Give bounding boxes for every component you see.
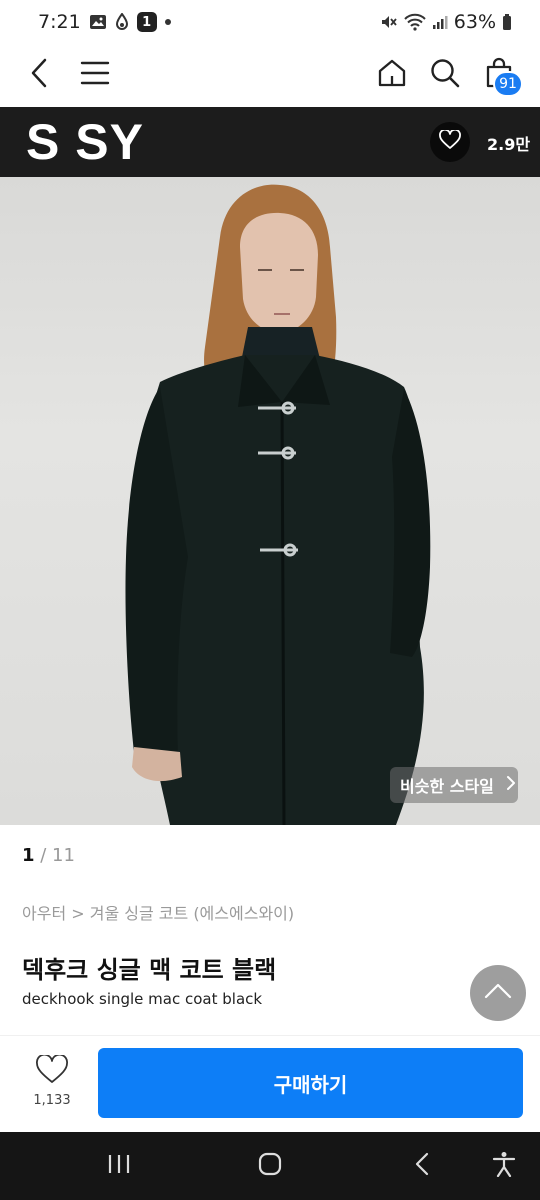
battery-percent: 63% — [453, 11, 496, 33]
status-time: 7:21 — [38, 11, 81, 33]
more-notifications-dot — [164, 19, 171, 25]
similar-style-label: 비슷한 스타일 — [400, 777, 494, 796]
menu-icon — [80, 60, 110, 90]
cart-count-badge: 91 — [493, 71, 523, 97]
battery-icon — [502, 13, 512, 31]
like-count: 1,133 — [33, 1093, 71, 1108]
android-navigation-bar — [0, 1132, 540, 1200]
product-subtitle-english: deckhook single mac coat black — [22, 990, 263, 1008]
back-nav-button[interactable] — [400, 1146, 444, 1186]
image-page-indicator: 1 / 11 — [22, 845, 75, 866]
product-title: 덱후크 싱글 맥 코트 블랙 — [22, 956, 277, 984]
gallery-notification-icon — [89, 13, 107, 31]
total-image-count: 11 — [52, 845, 75, 866]
home-icon — [377, 58, 407, 92]
scroll-to-top-button[interactable] — [470, 965, 526, 1021]
chevron-right-icon — [506, 775, 516, 795]
chevron-up-icon — [484, 983, 512, 1003]
brand-logo[interactable]: S SY — [26, 113, 144, 171]
accessibility-icon — [492, 1151, 516, 1181]
product-photo-illustration — [125, 184, 431, 825]
back-icon — [29, 58, 49, 92]
notification-icon — [115, 13, 129, 31]
current-image-index: 1 — [22, 845, 35, 866]
product-like-button[interactable]: 1,133 — [26, 1053, 78, 1115]
back-nav-icon — [415, 1152, 429, 1180]
notification-badge: 1 — [136, 12, 157, 32]
page-separator: / — [34, 845, 53, 866]
bottom-bar-divider — [0, 1035, 540, 1036]
accessibility-button[interactable] — [482, 1146, 526, 1186]
home-nav-icon — [258, 1152, 282, 1180]
heart-icon — [439, 128, 461, 154]
heart-icon — [35, 1053, 69, 1089]
similar-style-button[interactable]: 비슷한 스타일 — [390, 767, 518, 803]
brand-follower-count: 2.9만 — [487, 135, 531, 154]
search-icon — [430, 58, 460, 92]
product-image[interactable]: 비슷한 스타일 — [0, 177, 540, 825]
recent-apps-button[interactable] — [97, 1146, 141, 1186]
brand-like-button[interactable] — [430, 122, 470, 162]
signal-icon — [432, 14, 448, 30]
status-bar: 7:21 1 63% — [0, 0, 540, 44]
buy-button[interactable]: 구매하기 — [98, 1048, 523, 1118]
search-button[interactable] — [422, 52, 468, 98]
recent-apps-icon — [107, 1153, 131, 1179]
mute-icon — [380, 13, 398, 31]
home-nav-button[interactable] — [248, 1146, 292, 1186]
home-button[interactable] — [369, 52, 415, 98]
back-button[interactable] — [16, 52, 62, 98]
category-breadcrumb[interactable]: 아우터 > 겨울 싱글 코트 (에스에스와이) — [22, 900, 294, 924]
top-navigation-bar — [0, 44, 540, 106]
wifi-icon — [404, 13, 426, 31]
menu-button[interactable] — [72, 52, 118, 98]
